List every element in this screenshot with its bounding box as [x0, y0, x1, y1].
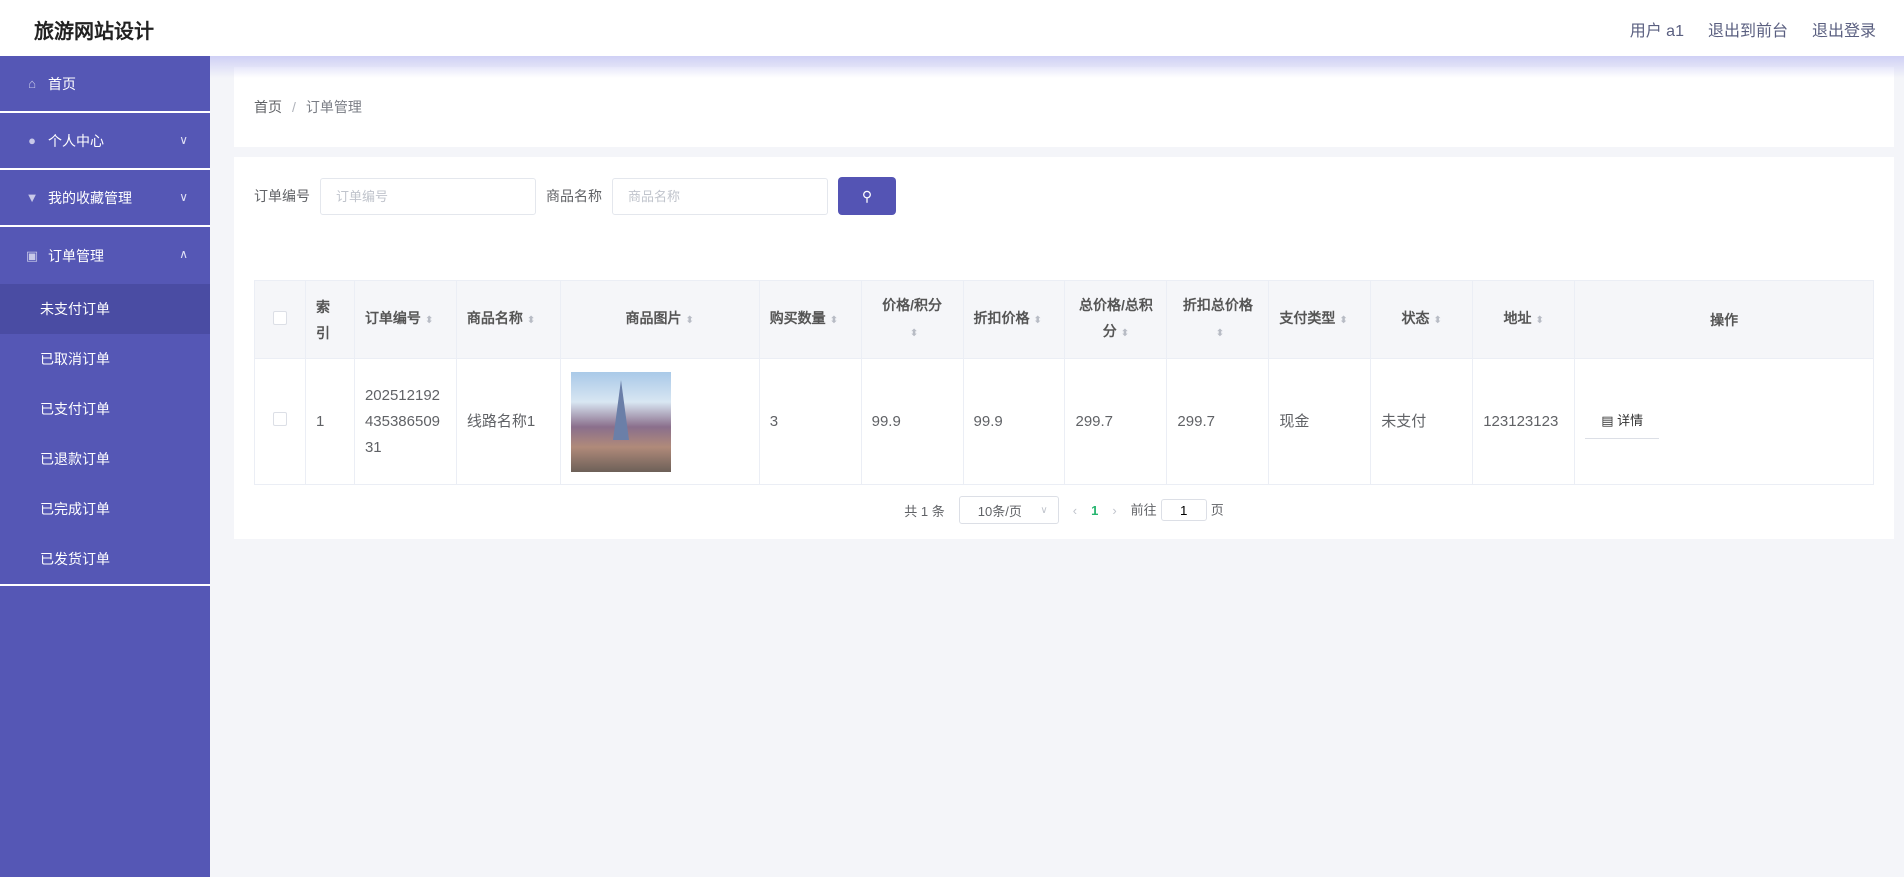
- cell-price: 99.9: [860, 358, 964, 485]
- cell-name: 线路名称1: [455, 358, 561, 485]
- goto-page-input[interactable]: [1160, 499, 1207, 521]
- table-row: 1 20251219243538650931 线路名称1 3 99.9 99.9…: [254, 358, 1874, 485]
- search-button[interactable]: ⚲: [838, 177, 896, 215]
- col-index: 索引: [304, 280, 355, 359]
- breadcrumb-home[interactable]: 首页: [254, 97, 282, 117]
- pagination: 共 1 条 10条/页∨ ‹ 1 › 前往页: [234, 496, 1894, 524]
- col-total[interactable]: 总价格/总积分 ⬍: [1064, 280, 1168, 359]
- row-checkbox[interactable]: [272, 411, 287, 426]
- cell-discount-total: 299.7: [1166, 358, 1270, 485]
- order-no-label: 订单编号: [254, 188, 310, 204]
- order-no-input[interactable]: [320, 177, 536, 215]
- chevron-up-icon: ∧: [179, 247, 188, 261]
- sort-icon[interactable]: ⬍: [910, 328, 918, 339]
- col-order-no[interactable]: 订单编号 ⬍: [353, 280, 457, 359]
- product-name-input[interactable]: [612, 177, 828, 215]
- goto-page: 前往页: [1131, 499, 1224, 521]
- col-price[interactable]: 价格/积分 ⬍: [860, 280, 964, 359]
- submenu-completed[interactable]: 已完成订单: [0, 484, 210, 534]
- cell-actions: ▤ 详情: [1574, 358, 1874, 485]
- breadcrumb-separator: /: [292, 99, 296, 115]
- cell-total: 299.7: [1064, 358, 1168, 485]
- chevron-down-icon: ∨: [179, 133, 188, 147]
- product-image[interactable]: [570, 371, 671, 472]
- cell-index: 1: [304, 358, 355, 485]
- sidebar-item-favorites[interactable]: ▼ 我的收藏管理 ∨: [0, 170, 210, 227]
- logout-link[interactable]: 退出登录: [1812, 17, 1876, 41]
- back-to-front-link[interactable]: 退出到前台: [1708, 17, 1788, 41]
- sort-icon[interactable]: ⬍: [830, 315, 838, 326]
- col-image[interactable]: 商品图片 ⬍: [559, 280, 760, 359]
- col-qty[interactable]: 购买数量 ⬍: [758, 280, 862, 359]
- document-icon: ▤: [1601, 413, 1618, 428]
- breadcrumb: 首页 / 订单管理: [234, 67, 1894, 147]
- col-discount[interactable]: 折扣价格 ⬍: [962, 280, 1066, 359]
- order-icon: ▣: [25, 247, 39, 263]
- sort-icon[interactable]: ⬍: [686, 315, 694, 326]
- site-title: 旅游网站设计: [34, 21, 154, 43]
- cell-order-no: 20251219243538650931: [353, 358, 457, 485]
- cell-pay-type: 现金: [1268, 358, 1372, 485]
- sort-icon[interactable]: ⬍: [1034, 315, 1042, 326]
- orders-table: 索引 订单编号 ⬍ 商品名称 ⬍ 商品图片 ⬍ 购买数量 ⬍ 价格/积分 ⬍ 折扣价格 ⬍ …: [254, 280, 1874, 485]
- sidebar-item-label: 我的收藏管理: [48, 189, 132, 206]
- bookmark-icon: ▼: [25, 190, 39, 205]
- col-actions: 操作: [1574, 280, 1874, 359]
- sort-icon[interactable]: ⬍: [1339, 315, 1347, 326]
- submenu-cancelled[interactable]: 已取消订单: [0, 334, 210, 384]
- submenu-paid[interactable]: 已支付订单: [0, 384, 210, 434]
- col-pay-type[interactable]: 支付类型 ⬍: [1268, 280, 1372, 359]
- col-status[interactable]: 状态 ⬍: [1370, 280, 1474, 359]
- col-address[interactable]: 地址 ⬍: [1472, 280, 1576, 359]
- page-number[interactable]: 1: [1091, 503, 1098, 518]
- submenu-refunded[interactable]: 已退款订单: [0, 434, 210, 484]
- cell-discount: 99.9: [962, 358, 1066, 485]
- total-count: 共 1 条: [904, 503, 945, 519]
- sidebar-item-label: 个人中心: [48, 132, 104, 149]
- cell-address: 123123123: [1472, 358, 1576, 485]
- sort-icon[interactable]: ⬍: [425, 315, 433, 326]
- chevron-down-icon: ∨: [1040, 504, 1048, 516]
- sort-icon[interactable]: ⬍: [1216, 328, 1224, 339]
- breadcrumb-current: 订单管理: [305, 99, 362, 115]
- product-name-label: 商品名称: [546, 188, 602, 204]
- cell-status: 未支付: [1370, 358, 1474, 485]
- col-name[interactable]: 商品名称 ⬍: [455, 280, 561, 359]
- sidebar-item-orders[interactable]: ▣ 订单管理 ∧: [0, 227, 210, 284]
- sidebar-item-profile[interactable]: ● 个人中心 ∨: [0, 113, 210, 170]
- sort-icon[interactable]: ⬍: [1434, 315, 1442, 326]
- search-icon: ⚲: [861, 187, 873, 204]
- submenu-unpaid[interactable]: 未支付订单: [0, 284, 210, 334]
- cell-qty: 3: [758, 358, 862, 485]
- sidebar-item-label: 订单管理: [48, 247, 104, 264]
- sort-icon[interactable]: ⬍: [1121, 328, 1129, 339]
- sidebar-item-label: 首页: [48, 75, 76, 92]
- detail-button[interactable]: ▤ 详情: [1585, 404, 1660, 439]
- next-page-icon[interactable]: ›: [1112, 503, 1116, 518]
- top-header: 旅游网站设计 用户 a1 退出到前台 退出登录: [0, 0, 1904, 56]
- submenu-shipped[interactable]: 已发货订单: [0, 534, 210, 584]
- chevron-down-icon: ∨: [179, 190, 188, 204]
- user-label: 用户 a1: [1629, 23, 1684, 40]
- header-shadow: [0, 56, 1904, 78]
- sort-icon[interactable]: ⬍: [1536, 315, 1544, 326]
- prev-page-icon[interactable]: ‹: [1073, 503, 1077, 518]
- sort-icon[interactable]: ⬍: [527, 315, 535, 326]
- user-icon: ●: [28, 133, 36, 148]
- select-all-checkbox[interactable]: [272, 310, 287, 325]
- table-header-row: 索引 订单编号 ⬍ 商品名称 ⬍ 商品图片 ⬍ 购买数量 ⬍ 价格/积分 ⬍ 折扣价格 ⬍ …: [254, 280, 1874, 359]
- sidebar-item-home[interactable]: ⌂ 首页: [0, 56, 210, 113]
- sidebar: ⌂ 首页 ● 个人中心 ∨ ▼ 我的收藏管理 ∨ ▣ 订单管理 ∧ 未支付订单 已取消订单 已…: [0, 56, 210, 877]
- cell-image: [559, 358, 760, 485]
- col-discount-total[interactable]: 折扣总价格 ⬍: [1166, 280, 1270, 359]
- page-size-select[interactable]: 10条/页 ∨: [958, 496, 1059, 524]
- order-panel: 订单编号 商品名称 ⚲ 索引 订单编号⬍ 商品名称⬍ 商品图片⬍ 购买数量⬍ 价…: [234, 157, 1894, 539]
- search-bar: 订单编号 商品名称 ⚲: [254, 177, 896, 215]
- home-icon: ⌂: [28, 76, 36, 91]
